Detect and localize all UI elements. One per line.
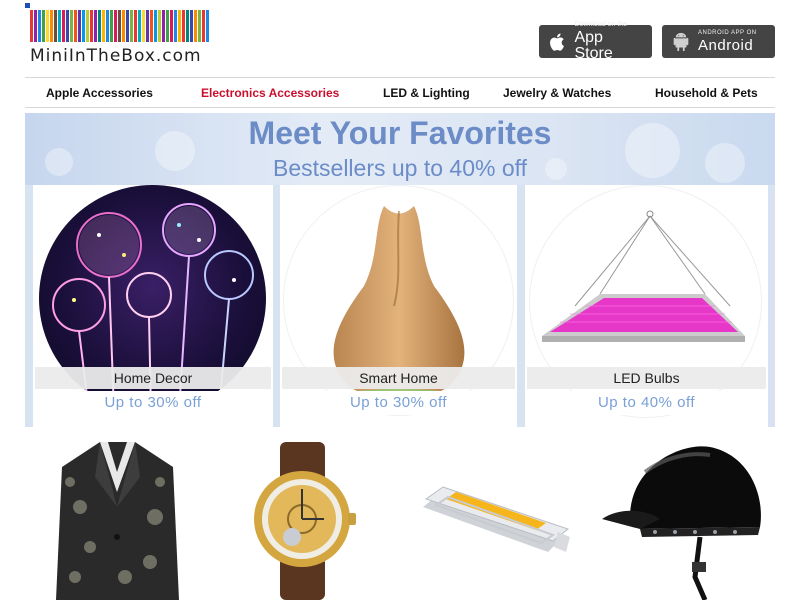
- card-label: LED Bulbs: [527, 367, 766, 389]
- nav-led-lighting[interactable]: LED & Lighting: [383, 86, 470, 100]
- category-card-home-decor[interactable]: Home Decor Up to 30% off: [33, 185, 273, 427]
- nav-jewelry-watches[interactable]: Jewelry & Watches: [503, 86, 611, 100]
- skeleton-watch-icon: [254, 442, 356, 600]
- android-caption: ANDROID APP ON: [698, 30, 757, 36]
- android-label: Android: [698, 37, 754, 54]
- nav-apple-accessories[interactable]: Apple Accessories: [46, 86, 153, 100]
- card-offer: Up to 40% off: [527, 391, 766, 415]
- category-card-led-bulbs[interactable]: LED Bulbs Up to 40% off: [525, 185, 768, 427]
- card-label: Smart Home: [282, 367, 515, 389]
- motorcycle-helmet-icon: [602, 446, 761, 600]
- android-icon: [673, 32, 689, 51]
- page: MiniInTheBox.com Download on the App Sto…: [0, 0, 800, 600]
- app-store-button[interactable]: Download on the App Store: [539, 21, 652, 62]
- promo-banner[interactable]: Meet Your Favorites Bestsellers up to 40…: [25, 113, 775, 427]
- apple-icon: [550, 32, 564, 51]
- category-nav: Apple Accessories Electronics Accessorie…: [25, 77, 775, 108]
- logo-text: MiniInTheBox.com: [30, 46, 202, 66]
- product-floodlight[interactable]: [418, 437, 573, 567]
- product-helmet[interactable]: [600, 437, 765, 600]
- app-store-label: App Store: [574, 29, 613, 62]
- category-card-smart-home[interactable]: Smart Home Up to 30% off: [280, 185, 517, 427]
- card-offer: Up to 30% off: [282, 391, 515, 415]
- banner-title: Meet Your Favorites: [248, 115, 552, 151]
- nav-household-pets[interactable]: Household & Pets: [655, 86, 758, 100]
- card-label: Home Decor: [35, 367, 271, 389]
- led-floodlight-icon: [423, 486, 570, 552]
- nav-electronics-accessories[interactable]: Electronics Accessories: [201, 86, 339, 100]
- floral-blazer-icon: [56, 442, 179, 600]
- corner-marker: [25, 3, 30, 8]
- product-blazer[interactable]: [55, 437, 180, 600]
- card-offer: Up to 30% off: [35, 391, 271, 415]
- logo-barcode-icon: [30, 10, 215, 42]
- app-store-caption: Download on the: [574, 21, 628, 28]
- site-logo[interactable]: MiniInTheBox.com: [30, 10, 215, 70]
- banner-subtitle: Bestsellers up to 40% off: [273, 155, 527, 181]
- product-watch[interactable]: [250, 437, 360, 600]
- android-app-button[interactable]: ANDROID APP ON Android: [662, 25, 775, 58]
